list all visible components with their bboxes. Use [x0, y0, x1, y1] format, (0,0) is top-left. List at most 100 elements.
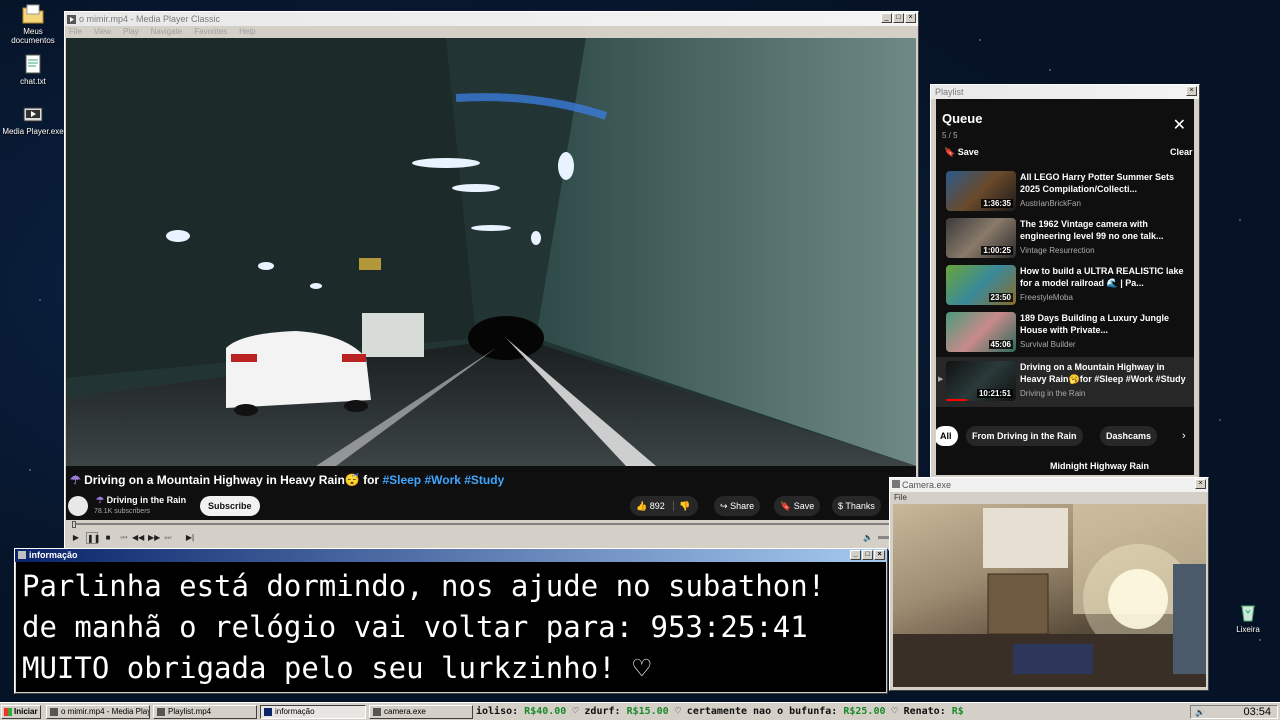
queue-duration: 10:21:51 — [976, 389, 1013, 398]
app-icon — [50, 708, 58, 716]
queue-item-current[interactable]: ▶ 10:21:51 Driving on a Mountain Highway… — [936, 357, 1194, 407]
video-frame[interactable] — [66, 38, 916, 466]
skip-back-icon[interactable]: ⏮ — [118, 532, 130, 544]
queue-duration: 23:50 — [988, 293, 1013, 302]
desktop-icon-label: Meus documentos — [11, 27, 55, 45]
minimize-button[interactable]: _ — [881, 13, 892, 23]
seek-thumb[interactable] — [72, 521, 76, 528]
window-title: Camera.exe — [902, 480, 952, 490]
task-label: o mimir.mp4 - Media Playe... — [61, 707, 150, 716]
fast-forward-icon[interactable]: ▶▶ — [148, 532, 160, 544]
app-icon — [67, 14, 76, 24]
chevron-right-icon[interactable]: › — [1182, 430, 1186, 442]
close-button[interactable]: × — [905, 13, 916, 23]
queue-panel: Queue 5 / 5 ✕ 🔖 Save Clear 1:36:35 All L… — [936, 99, 1194, 475]
desktop-icon-documents[interactable]: Meus documentos — [1, 3, 65, 45]
rain-cloud-icon: ☂ — [70, 473, 81, 487]
desktop-icon-chat[interactable]: chat.txt — [1, 53, 65, 86]
info-text: Parlinha está dormindo, nos ajude no sub… — [16, 562, 886, 692]
media-player-titlebar[interactable]: o mimir.mp4 - Media Player Classic _ □ × — [65, 12, 918, 26]
ticker-name: Renato: — [903, 706, 952, 717]
queue-clear-button[interactable]: Clear — [1170, 147, 1193, 157]
queue-item-channel: AustrianBrickFan — [1020, 199, 1081, 208]
close-icon[interactable]: ✕ — [1173, 115, 1186, 135]
close-button[interactable]: × — [874, 550, 885, 560]
pause-icon[interactable]: ❚❚ — [86, 532, 100, 544]
queue-item[interactable]: 1:36:35 All LEGO Harry Potter Summer Set… — [946, 171, 1192, 217]
clock: 03:54 — [1243, 706, 1271, 718]
video-info-bar: ☂ Driving on a Mountain Highway in Heavy… — [66, 466, 916, 520]
menu-help[interactable]: Help — [239, 26, 255, 38]
queue-save-button[interactable]: 🔖 Save — [944, 147, 979, 158]
heart-icon: ♡ — [674, 706, 687, 717]
like-dislike-group: 👍 892 👎 — [630, 496, 698, 516]
save-button[interactable]: 🔖 Save — [774, 496, 821, 516]
queue-item-title: The 1962 Vintage camera with engineering… — [1020, 219, 1164, 241]
queue-duration: 1:00:25 — [981, 246, 1013, 255]
thumbs-up-icon[interactable]: 👍 — [636, 501, 647, 511]
menu-file[interactable]: File — [69, 26, 82, 38]
chip-dashcams[interactable]: Dashcams — [1100, 426, 1158, 446]
ticker-amount: R$15.00 — [626, 706, 669, 717]
skip-forward-icon[interactable]: ⏭ — [162, 532, 174, 544]
thumbs-down-icon[interactable]: 👎 — [673, 501, 691, 511]
queue-item[interactable]: 23:50 How to build a ULTRA REALISTIC lak… — [946, 265, 1192, 311]
menu-play[interactable]: Play — [123, 26, 139, 38]
desktop-icon-recycle-bin[interactable]: Lixeira — [1216, 601, 1280, 634]
task-media-player[interactable]: o mimir.mp4 - Media Playe... — [46, 705, 150, 719]
tray-icons[interactable]: 🔊 — [1195, 708, 1205, 717]
next-video-title[interactable]: Midnight Highway Rain — [1050, 461, 1149, 471]
media-player-icon — [21, 103, 45, 125]
desktop-icon-media-player[interactable]: Media Player.exe — [1, 103, 65, 136]
share-button[interactable]: ↪ Share — [714, 496, 761, 516]
minimize-button[interactable]: _ — [850, 550, 861, 560]
seek-bar[interactable] — [66, 520, 916, 528]
task-label: Playlist.mp4 — [168, 707, 212, 716]
maximize-button[interactable]: □ — [893, 13, 904, 23]
bookmark-icon: 🔖 — [780, 501, 792, 511]
play-icon[interactable]: ▶ — [70, 532, 82, 544]
rewind-icon[interactable]: ◀◀ — [132, 532, 144, 544]
menu-favorites[interactable]: Favorites — [194, 26, 227, 38]
info-titlebar[interactable]: informação _ □ × — [15, 549, 887, 562]
volume-icon[interactable]: 🔈 — [862, 532, 874, 544]
recycle-bin-icon — [1236, 601, 1260, 623]
ticker-amount: R$25.00 — [843, 706, 886, 717]
thanks-button[interactable]: $ Thanks — [832, 496, 881, 516]
thanks-icon: $ — [838, 501, 844, 511]
share-icon: ↪ — [720, 501, 728, 511]
subscribe-button[interactable]: Subscribe — [200, 496, 260, 516]
maximize-button[interactable]: □ — [862, 550, 873, 560]
task-camera[interactable]: camera.exe — [369, 705, 473, 719]
donation-ticker: ioliso: R$40.00 ♡ zdurf: R$15.00 ♡ certa… — [476, 705, 1188, 719]
task-info[interactable]: informação — [260, 705, 366, 719]
start-button[interactable]: Iniciar — [1, 705, 41, 719]
queue-thumbnail: 1:00:25 — [946, 218, 1016, 258]
channel-name[interactable]: ☂ Driving in the Rain — [96, 495, 186, 506]
close-button[interactable]: × — [1186, 86, 1197, 96]
video-title-for: for — [359, 473, 383, 487]
playlist-titlebar[interactable]: Playlist × — [931, 85, 1199, 99]
stop-icon[interactable]: ■ — [102, 532, 114, 544]
frame-step-icon[interactable]: ▶| — [184, 532, 196, 544]
task-playlist[interactable]: Playlist.mp4 — [153, 705, 257, 719]
menu-view[interactable]: View — [94, 26, 111, 38]
chip-from-channel[interactable]: From Driving in the Rain — [966, 426, 1083, 446]
queue-item-channel: FreestyleMoba — [1020, 293, 1073, 302]
queue-item[interactable]: 1:00:25 The 1962 Vintage camera with eng… — [946, 218, 1192, 264]
task-label: camera.exe — [384, 707, 426, 716]
window-title: informação — [29, 550, 78, 560]
close-button[interactable]: × — [1195, 479, 1206, 489]
channel-avatar[interactable] — [68, 496, 88, 516]
windows-logo-icon — [4, 708, 12, 716]
menu-navigate[interactable]: Navigate — [151, 26, 183, 38]
queue-item[interactable]: 45:06 189 Days Building a Luxury Jungle … — [946, 312, 1192, 358]
queue-item-title: 189 Days Building a Luxury Jungle House … — [1020, 313, 1170, 335]
menu-file[interactable]: File — [894, 492, 907, 504]
chip-all[interactable]: All — [936, 426, 958, 446]
camera-titlebar[interactable]: Camera.exe × — [890, 478, 1208, 492]
ticker-name: ioliso: — [476, 706, 525, 717]
ticker-name: certamente nao o bufunfa: — [686, 706, 844, 717]
video-hashtags[interactable]: #Sleep #Work #Study — [382, 473, 504, 487]
folder-icon — [21, 3, 45, 25]
